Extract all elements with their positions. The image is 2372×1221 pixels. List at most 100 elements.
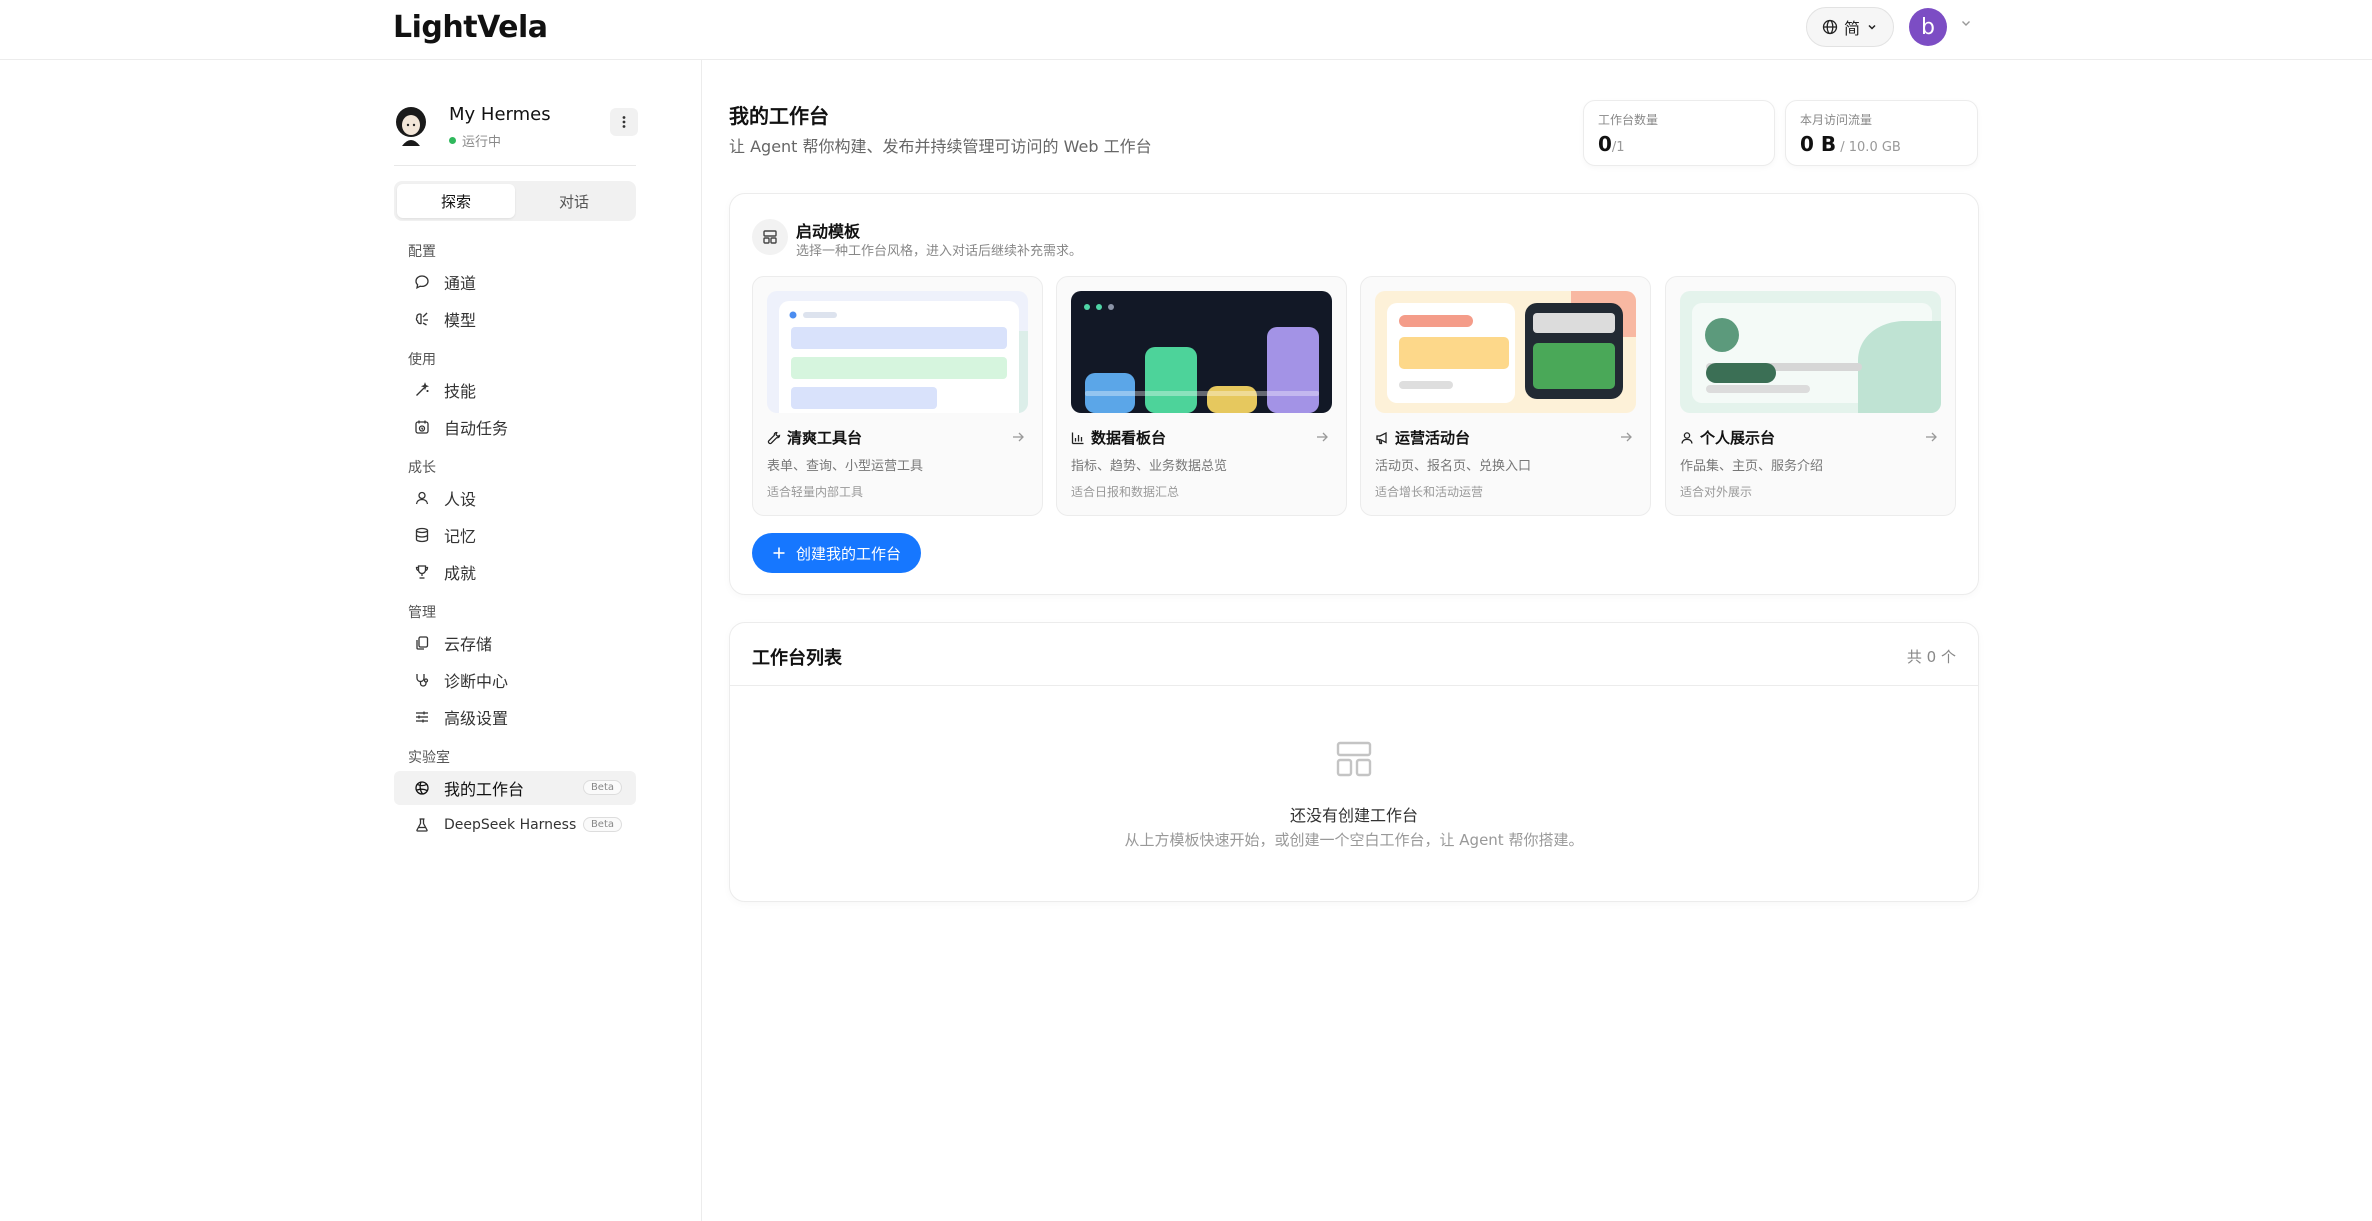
user-avatar[interactable]: b bbox=[1909, 8, 1947, 46]
arrow-right-icon bbox=[1013, 432, 1024, 442]
create-workspace-label: 创建我的工作台 bbox=[795, 544, 901, 563]
tab-chat[interactable]: 对话 bbox=[515, 184, 633, 218]
mode-switch: 探索 对话 bbox=[394, 181, 636, 221]
stat-value: 0/1 bbox=[1598, 132, 1760, 156]
sidebar-item-diagnostics[interactable]: 诊断中心 bbox=[394, 663, 636, 697]
template-name-text: 个人展示台 bbox=[1700, 429, 1776, 447]
template-card-personal[interactable]: 个人展示台 作品集、主页、服务介绍 适合对外展示 bbox=[1665, 276, 1956, 516]
globe-icon bbox=[1822, 19, 1838, 35]
sidebar-item-label: 自动任务 bbox=[444, 419, 509, 438]
sidebar: My Hermes 运行中 探索 对话 配置 通道 模型 使用 技能 自动任务 … bbox=[392, 60, 702, 1221]
sidebar-divider bbox=[394, 165, 636, 166]
sidebar-item-achievements[interactable]: 成就 bbox=[394, 555, 636, 589]
workspace-list-card: 工作台列表 共 0 个 还没有创建工作台 从上方模板快速开始，或创建一个空白工作… bbox=[729, 622, 1979, 902]
empty-state-title: 还没有创建工作台 bbox=[1289, 806, 1418, 825]
stethoscope-icon bbox=[416, 674, 429, 687]
sidebar-item-skills[interactable]: 技能 bbox=[394, 373, 636, 407]
sidebar-item-label: 模型 bbox=[444, 311, 477, 330]
template-preview-tools bbox=[767, 291, 1028, 413]
stat-workspace-count: 工作台数量 0/1 bbox=[1583, 100, 1775, 166]
template-name: 数据看板台 bbox=[1071, 427, 1166, 448]
stat-label: 本月访问流量 bbox=[1800, 113, 1873, 127]
layout-template-icon bbox=[752, 219, 788, 255]
status-dot-icon bbox=[449, 137, 456, 144]
workspace-list-title: 工作台列表 bbox=[752, 648, 842, 669]
sidebar-item-memory[interactable]: 记忆 bbox=[394, 518, 636, 552]
more-vertical-icon bbox=[622, 116, 626, 128]
template-fit: 适合增长和活动运营 bbox=[1375, 485, 1484, 499]
template-name: 个人展示台 bbox=[1680, 427, 1775, 448]
sidebar-item-my-workspace[interactable]: 我的工作台 Beta bbox=[394, 771, 636, 805]
brain-icon bbox=[415, 312, 428, 326]
megaphone-icon bbox=[1376, 431, 1387, 444]
sidebar-item-label: 通道 bbox=[444, 274, 477, 293]
plus-icon bbox=[773, 547, 785, 559]
workspace-list-count: 共 0 个 bbox=[1906, 648, 1956, 666]
count-total: /1 bbox=[1611, 140, 1625, 155]
sidebar-item-label: 成就 bbox=[444, 564, 477, 583]
template-name-text: 运营活动台 bbox=[1395, 429, 1471, 447]
sidebar-item-deepseek-harness[interactable]: DeepSeek Harness Beta bbox=[394, 808, 636, 842]
template-desc: 指标、趋势、业务数据总览 bbox=[1071, 459, 1228, 474]
group-lab: 实验室 bbox=[408, 750, 450, 766]
sidebar-item-auto-tasks[interactable]: 自动任务 bbox=[394, 410, 636, 444]
stat-value: 0 B / 10.0 GB bbox=[1800, 132, 1963, 156]
language-switcher[interactable]: 简 bbox=[1806, 7, 1894, 47]
flask-icon bbox=[416, 818, 428, 832]
template-preview-dashboard bbox=[1071, 291, 1332, 413]
agent-status: 运行中 bbox=[449, 131, 501, 150]
bar-chart-icon bbox=[1071, 432, 1084, 444]
tab-explore[interactable]: 探索 bbox=[397, 184, 515, 218]
traffic-total: / 10.0 GB bbox=[1836, 140, 1901, 155]
template-name: 清爽工具台 bbox=[767, 427, 862, 448]
create-workspace-button[interactable]: 创建我的工作台 bbox=[752, 533, 921, 573]
empty-layout-icon bbox=[1336, 741, 1372, 777]
sidebar-item-label: 云存储 bbox=[444, 635, 493, 654]
app-logo[interactable]: LightVela bbox=[393, 10, 548, 45]
template-preview-personal bbox=[1680, 291, 1941, 413]
arrow-right-icon bbox=[1621, 432, 1632, 442]
user-menu-chevron-icon[interactable] bbox=[1959, 16, 1973, 30]
template-fit: 适合对外展示 bbox=[1680, 485, 1753, 499]
template-card-campaign[interactable]: 运营活动台 活动页、报名页、兑换入口 适合增长和活动运营 bbox=[1360, 276, 1651, 516]
template-fit: 适合日报和数据汇总 bbox=[1071, 485, 1180, 499]
page-subtitle: 让 Agent 帮你构建、发布并持续管理可访问的 Web 工作台 bbox=[729, 137, 1152, 156]
templates-card: 启动模板 选择一种工作台风格，进入对话后继续补充需求。 清爽工具台 表单、查询、… bbox=[729, 193, 1979, 595]
language-label: 简 bbox=[1843, 19, 1860, 38]
sidebar-item-label: 高级设置 bbox=[444, 709, 509, 728]
top-bar: LightVela 简 b bbox=[0, 0, 2372, 60]
template-desc: 作品集、主页、服务介绍 bbox=[1680, 459, 1824, 474]
calendar-clock-icon bbox=[415, 420, 429, 434]
template-card-tools[interactable]: 清爽工具台 表单、查询、小型运营工具 适合轻量内部工具 bbox=[752, 276, 1043, 516]
database-icon bbox=[415, 527, 429, 543]
user-icon bbox=[1681, 431, 1693, 444]
group-manage: 管理 bbox=[408, 605, 436, 621]
templates-title: 启动模板 bbox=[796, 222, 861, 241]
sidebar-item-channel[interactable]: 通道 bbox=[394, 265, 636, 299]
workspace-list-header: 工作台列表 共 0 个 bbox=[730, 623, 1978, 686]
page-title: 我的工作台 bbox=[729, 104, 829, 128]
template-desc: 表单、查询、小型运营工具 bbox=[767, 459, 924, 474]
agent-status-label: 运行中 bbox=[462, 135, 502, 150]
empty-state-subtitle: 从上方模板快速开始，或创建一个空白工作台，让 Agent 帮你搭建。 bbox=[1124, 831, 1584, 849]
agent-profile[interactable]: My Hermes 运行中 bbox=[394, 104, 639, 154]
sidebar-item-label: 诊断中心 bbox=[444, 672, 509, 691]
template-card-dashboard[interactable]: 数据看板台 指标、趋势、业务数据总览 适合日报和数据汇总 bbox=[1056, 276, 1347, 516]
sidebar-item-advanced-settings[interactable]: 高级设置 bbox=[394, 700, 636, 734]
sidebar-item-model[interactable]: 模型 bbox=[394, 302, 636, 336]
sidebar-item-persona[interactable]: 人设 bbox=[394, 481, 636, 515]
chat-bubble-icon bbox=[415, 275, 429, 289]
template-desc: 活动页、报名页、兑换入口 bbox=[1375, 459, 1532, 474]
template-fit: 适合轻量内部工具 bbox=[767, 485, 864, 499]
sidebar-item-cloud-storage[interactable]: 云存储 bbox=[394, 626, 636, 660]
magic-wand-icon bbox=[416, 382, 430, 396]
user-icon bbox=[415, 491, 429, 505]
beta-badge: Beta bbox=[582, 817, 622, 832]
sidebar-item-label: 人设 bbox=[444, 490, 477, 509]
group-use: 使用 bbox=[408, 352, 436, 368]
more-options-button[interactable] bbox=[610, 108, 638, 136]
sidebar-item-label: 记忆 bbox=[444, 527, 477, 546]
chevron-down-icon bbox=[1868, 24, 1876, 30]
stat-label: 工作台数量 bbox=[1598, 113, 1659, 127]
agent-avatar-icon bbox=[396, 107, 426, 146]
